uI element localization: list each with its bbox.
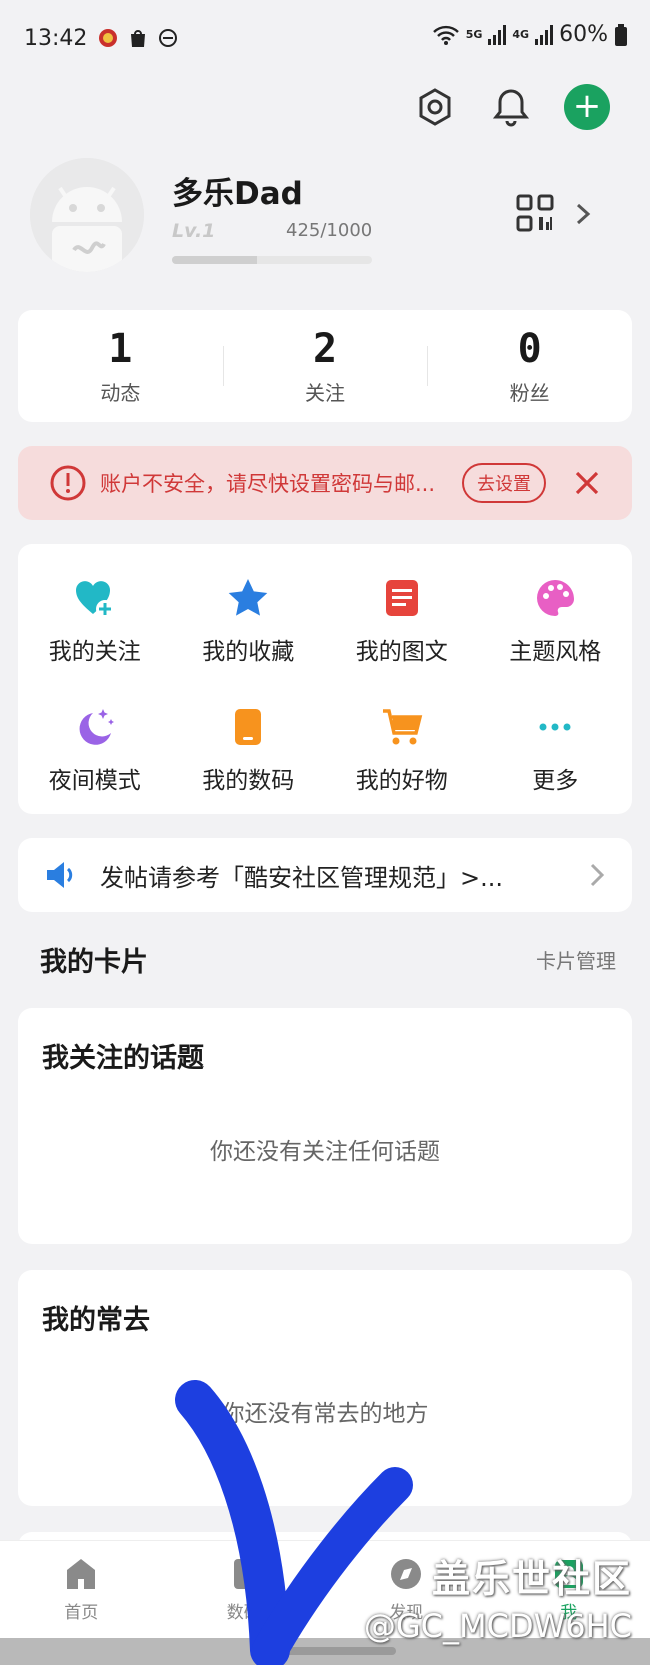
plus-icon: + xyxy=(572,86,602,126)
card-title: 我关注的话题 xyxy=(42,1043,204,1074)
grid-item-more[interactable]: 更多 xyxy=(479,685,633,814)
notifications-button[interactable] xyxy=(488,84,534,130)
feature-grid: 我的关注 我的收藏 我的图文 主题风格 夜间模式 我的数码 我的好物 更多 xyxy=(18,544,632,814)
alert-text: 账户不安全，请尽快设置密码与邮... xyxy=(100,472,436,496)
username: 多乐Dad xyxy=(172,176,303,212)
network-5g-label: 5G xyxy=(465,28,483,41)
tab-devices[interactable]: 数码 xyxy=(163,1541,326,1638)
stat-following[interactable]: 2 关注 xyxy=(222,310,428,422)
tab-label: 我 xyxy=(560,1603,578,1623)
tab-home[interactable]: 首页 xyxy=(0,1541,163,1638)
go-settings-button[interactable]: 去设置 xyxy=(462,463,546,503)
moon-icon xyxy=(79,708,114,745)
stat-label: 动态 xyxy=(100,380,141,405)
grid-label: 我的图文 xyxy=(355,638,448,665)
grid-label: 夜间模式 xyxy=(48,767,141,794)
bell-icon xyxy=(493,89,529,127)
grid-item-goods[interactable]: 我的好物 xyxy=(325,685,479,814)
compass-icon xyxy=(391,1559,422,1589)
speaker-icon xyxy=(47,862,73,888)
user-icon xyxy=(554,1560,583,1588)
card-title: 我的常去 xyxy=(42,1305,150,1336)
community-notice[interactable]: 发帖请参考「酷安社区管理规范」>... xyxy=(18,838,632,912)
stat-fans[interactable]: 0 粉丝 xyxy=(427,310,632,422)
grid-label: 我的关注 xyxy=(48,638,141,665)
stats-card: 1 动态 2 关注 0 粉丝 xyxy=(18,310,632,422)
grid-label: 主题风格 xyxy=(509,638,602,665)
grid-item-theme[interactable]: 主题风格 xyxy=(479,556,633,685)
document-icon xyxy=(385,579,418,616)
experience-progress-fill xyxy=(172,256,257,264)
level-badge: Lv.1 xyxy=(172,220,216,242)
grid-label: 我的好物 xyxy=(355,767,448,794)
android-avatar-icon xyxy=(30,158,144,272)
tab-me[interactable]: 我 xyxy=(488,1541,650,1638)
profile-header[interactable]: 多乐Dad Lv.1 425/1000 xyxy=(30,158,620,278)
cart-icon xyxy=(382,708,422,744)
do-not-disturb-icon xyxy=(159,29,178,47)
more-icon xyxy=(539,723,571,730)
signal-icon-2 xyxy=(535,24,554,45)
empty-text: 你还没有常去的地方 xyxy=(221,1401,429,1427)
experience-text: 425/1000 xyxy=(286,220,373,241)
profile-chevron-icon[interactable] xyxy=(572,202,594,226)
tab-label: 发现 xyxy=(389,1603,424,1623)
stat-value: 0 xyxy=(517,325,542,372)
create-post-button[interactable]: + xyxy=(564,84,610,130)
home-gesture-handle[interactable] xyxy=(254,1647,396,1655)
grid-item-devices[interactable]: 我的数码 xyxy=(172,685,326,814)
avatar[interactable] xyxy=(30,158,144,272)
status-bar: 13:42 5G 4G 60% xyxy=(0,0,650,76)
tab-label: 数码 xyxy=(226,1603,261,1623)
status-right: 5G 4G 60% xyxy=(432,22,628,47)
empty-text: 你还没有关注任何话题 xyxy=(210,1139,440,1165)
notice-text: 发帖请参考「酷安社区管理规范」>... xyxy=(100,863,503,892)
settings-button[interactable] xyxy=(412,84,458,130)
palette-icon xyxy=(537,579,575,616)
system-navigation-bar xyxy=(0,1638,650,1665)
tab-discover[interactable]: 发现 xyxy=(325,1541,488,1638)
wifi-icon xyxy=(432,25,459,45)
stat-label: 粉丝 xyxy=(509,380,550,405)
network-4g-label: 4G xyxy=(512,28,530,41)
heart-plus-icon xyxy=(75,580,114,618)
followed-topics-card: 我关注的话题 你还没有关注任何话题 xyxy=(18,1008,632,1244)
card-manage-link[interactable]: 卡片管理 xyxy=(536,945,616,974)
battery-percent: 60% xyxy=(559,22,608,47)
bottom-tab-bar: 首页 数码 发现 我 xyxy=(0,1540,650,1638)
grid-item-following[interactable]: 我的关注 xyxy=(18,556,172,685)
status-time: 13:42 xyxy=(24,25,88,51)
tab-label: 首页 xyxy=(64,1603,99,1623)
stat-value: 2 xyxy=(312,325,338,372)
signal-icon-1 xyxy=(488,24,507,45)
shopping-bag-icon xyxy=(131,30,146,47)
grid-item-favorites[interactable]: 我的收藏 xyxy=(172,556,326,685)
star-icon xyxy=(228,578,268,616)
stat-posts[interactable]: 1 动态 xyxy=(18,310,223,422)
qr-code-icon[interactable] xyxy=(516,194,554,232)
app-badge-icon xyxy=(99,29,118,47)
stat-value: 1 xyxy=(108,325,133,372)
cards-section-header: 我的卡片 卡片管理 xyxy=(40,940,616,979)
warning-icon xyxy=(50,465,86,501)
close-icon[interactable] xyxy=(572,468,602,498)
grid-label: 我的数码 xyxy=(202,767,295,794)
grid-item-night-mode[interactable]: 夜间模式 xyxy=(18,685,172,814)
grid-item-articles[interactable]: 我的图文 xyxy=(325,556,479,685)
frequent-places-card: 我的常去 你还没有常去的地方 xyxy=(18,1270,632,1506)
security-alert: 账户不安全，请尽快设置密码与邮... 去设置 xyxy=(18,446,632,520)
stat-label: 关注 xyxy=(305,380,345,405)
grid-label: 我的收藏 xyxy=(202,638,295,665)
battery-icon xyxy=(615,23,627,46)
experience-progress xyxy=(172,256,372,264)
section-title: 我的卡片 xyxy=(40,947,148,978)
home-icon xyxy=(67,1559,96,1589)
grid-label: 更多 xyxy=(532,767,579,794)
settings-icon xyxy=(419,88,451,126)
top-actions: + xyxy=(412,84,610,130)
device-icon xyxy=(233,1559,254,1589)
chevron-right-icon xyxy=(590,863,605,887)
phone-icon xyxy=(235,708,262,745)
